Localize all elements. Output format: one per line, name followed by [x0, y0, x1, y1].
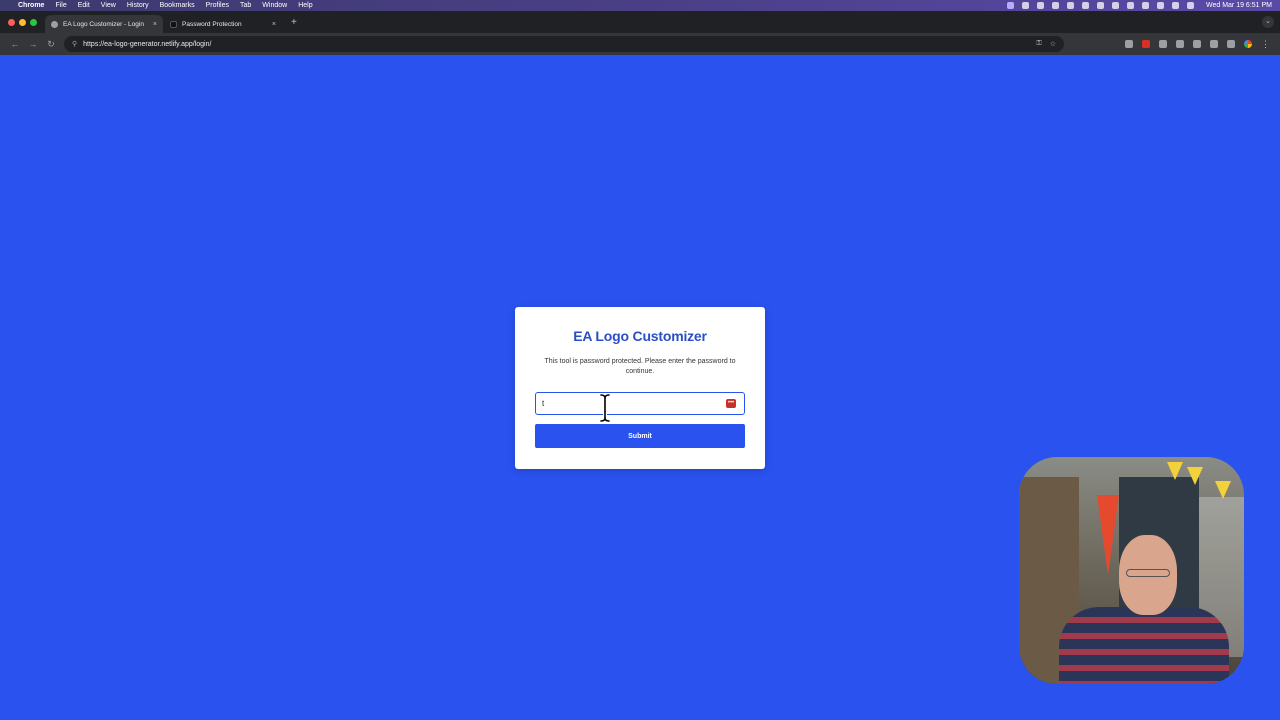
- menu-file[interactable]: File: [55, 2, 66, 9]
- menu-tab[interactable]: Tab: [240, 2, 251, 9]
- bunting-flag: [1167, 462, 1183, 480]
- menu-bar-clock[interactable]: Wed Mar 19 6:51 PM: [1206, 2, 1272, 9]
- extensions-area: ⋮: [1125, 39, 1274, 50]
- back-arrow-icon[interactable]: ←: [6, 39, 24, 49]
- menu-profiles[interactable]: Profiles: [206, 2, 229, 9]
- bluetooth-icon[interactable]: [1126, 2, 1134, 9]
- macos-menu-bar: Chrome File Edit View History Bookmarks …: [0, 0, 1280, 11]
- webcam-overlay: [1019, 457, 1244, 684]
- menu-bookmarks[interactable]: Bookmarks: [160, 2, 195, 9]
- presenter-glasses: [1126, 569, 1170, 577]
- menu-bar-status-area: Wed Mar 19 6:51 PM: [1006, 2, 1272, 9]
- control-center-icon[interactable]: [1186, 2, 1194, 9]
- reload-icon[interactable]: ↻: [42, 39, 60, 50]
- wifi-icon[interactable]: [1156, 2, 1164, 9]
- tab-password-protection[interactable]: Password Protection ×: [164, 15, 282, 33]
- menu-window[interactable]: Window: [262, 2, 287, 9]
- minimize-window-button[interactable]: [19, 18, 26, 26]
- extensions-puzzle-icon[interactable]: [1193, 40, 1201, 48]
- menu-app-name[interactable]: Chrome: [18, 2, 44, 9]
- extension-icon[interactable]: [1176, 40, 1184, 48]
- close-tab-button[interactable]: ×: [272, 21, 276, 28]
- forward-arrow-icon[interactable]: →: [24, 39, 42, 49]
- window-controls: [0, 18, 45, 26]
- password-manager-extension-icon[interactable]: [1142, 40, 1150, 48]
- extension-icon[interactable]: [1159, 40, 1167, 48]
- tab-label: EA Logo Customizer - Login: [63, 20, 144, 28]
- password-input[interactable]: [542, 399, 712, 408]
- presenter-body: [1059, 607, 1229, 684]
- download-icon[interactable]: [1210, 40, 1218, 48]
- login-description: This tool is password protected. Please …: [544, 358, 736, 375]
- text-cursor-icon: [599, 393, 611, 423]
- address-bar[interactable]: ⚲ https://ea-logo-generator.netlify.app/…: [64, 36, 1064, 52]
- browser-tab-strip: EA Logo Customizer - Login × Password Pr…: [0, 11, 1280, 33]
- login-title: EA Logo Customizer: [573, 328, 707, 344]
- pennant-decoration: [1097, 495, 1119, 575]
- menu-view[interactable]: View: [101, 2, 116, 9]
- close-window-button[interactable]: [8, 18, 15, 26]
- status-app-icon[interactable]: [1036, 2, 1044, 9]
- status-app-icon[interactable]: [1111, 2, 1119, 9]
- kebab-menu-icon[interactable]: ⋮: [1261, 39, 1270, 50]
- site-favicon-icon: [170, 20, 177, 28]
- profile-avatar-icon[interactable]: [1244, 40, 1252, 48]
- battery-icon[interactable]: [1141, 2, 1149, 9]
- password-manager-autofill-icon[interactable]: •••: [726, 399, 736, 408]
- login-card: EA Logo Customizer This tool is password…: [515, 307, 765, 469]
- screen-recording-icon[interactable]: [1006, 2, 1014, 9]
- extension-icon[interactable]: [1125, 40, 1133, 48]
- menu-edit[interactable]: Edit: [78, 2, 90, 9]
- status-app-icon[interactable]: [1081, 2, 1089, 9]
- status-app-icon[interactable]: [1021, 2, 1029, 9]
- status-app-icon[interactable]: [1051, 2, 1059, 9]
- menu-history[interactable]: History: [127, 2, 149, 9]
- bunting-flag: [1187, 467, 1203, 485]
- address-bar-url[interactable]: https://ea-logo-generator.netlify.app/lo…: [83, 41, 1028, 48]
- status-app-icon[interactable]: [1066, 2, 1074, 9]
- site-info-icon[interactable]: ⚲: [72, 40, 77, 48]
- password-field[interactable]: •••: [535, 392, 745, 415]
- submit-button[interactable]: Submit: [535, 424, 745, 448]
- spotlight-search-icon[interactable]: [1171, 2, 1179, 9]
- close-tab-button[interactable]: ×: [153, 21, 157, 28]
- password-key-icon[interactable]: ⚿: [1036, 40, 1041, 48]
- globe-icon: [51, 20, 58, 28]
- bunting-flag: [1215, 481, 1231, 499]
- fullscreen-window-button[interactable]: [30, 18, 37, 26]
- status-app-icon[interactable]: [1096, 2, 1104, 9]
- new-tab-button[interactable]: +: [283, 17, 305, 28]
- tab-search-chevron-icon[interactable]: ⌄: [1262, 16, 1274, 28]
- browser-toolbar: ← → ↻ ⚲ https://ea-logo-generator.netlif…: [0, 33, 1280, 55]
- bookmark-star-icon[interactable]: ☆: [1050, 40, 1056, 48]
- menu-help[interactable]: Help: [298, 2, 312, 9]
- sidebar-icon[interactable]: [1227, 40, 1235, 48]
- tab-label: Password Protection: [182, 20, 242, 28]
- tab-ea-logo-customizer-login[interactable]: EA Logo Customizer - Login ×: [45, 15, 163, 33]
